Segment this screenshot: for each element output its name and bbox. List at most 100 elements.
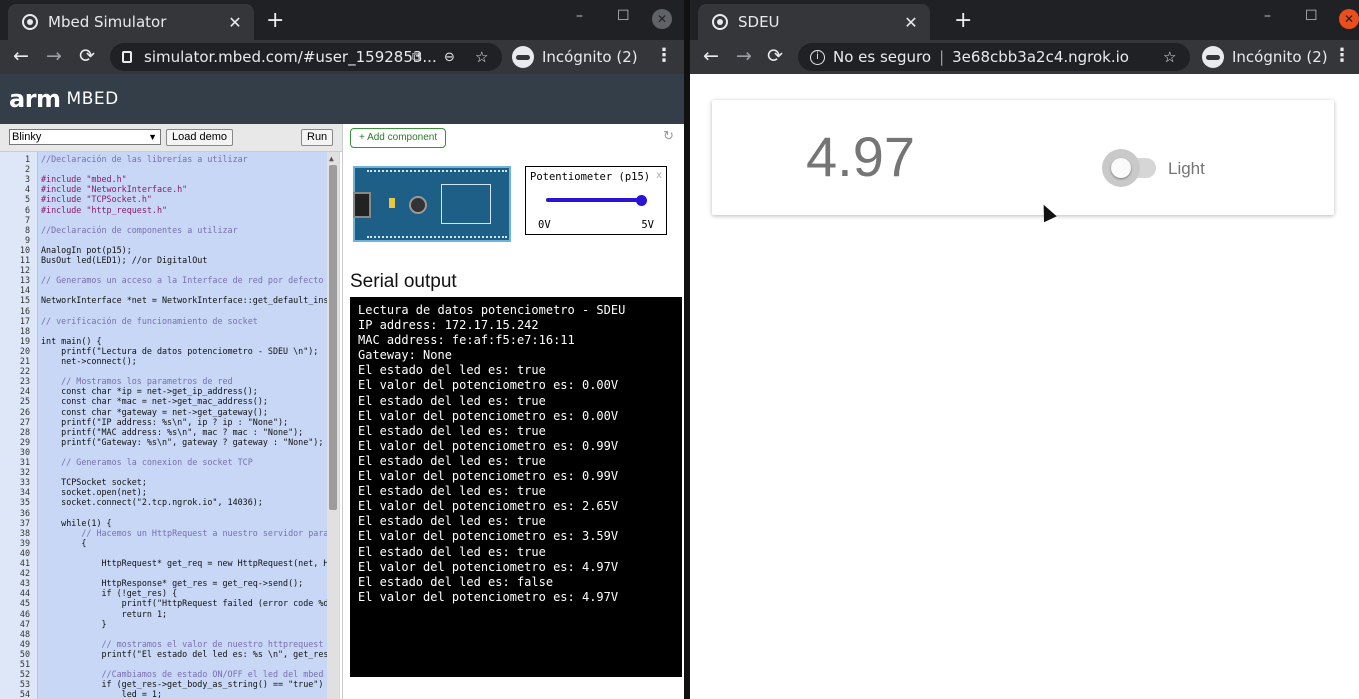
board-pins-top	[367, 170, 507, 176]
maximize-button[interactable]: ☐	[617, 8, 630, 24]
run-button[interactable]: Run	[301, 129, 334, 146]
tab-sdeu[interactable]: SDEU ✕	[698, 4, 930, 40]
serial-line: El valor del potenciometro es: 0.99V	[358, 438, 619, 453]
code-editor[interactable]: 1 //Declaración de las librerías a utiliz…	[0, 152, 340, 699]
address-bar[interactable]: simulator.mbed.com/#user_1592853... ⧉ ⊖ …	[110, 43, 502, 71]
line-number: 51	[19, 659, 30, 669]
code-line: 23 // Mostramos los parametros de red	[0, 376, 340, 386]
browser-menu-icon[interactable]: ⋮	[655, 45, 673, 66]
serial-output-console[interactable]: Lectura de datos potenciometro - SDEU IP …	[350, 297, 682, 677]
back-icon[interactable]: ←	[703, 45, 719, 67]
code-line: 26 const char *gateway = net->get_gatewa…	[0, 407, 340, 417]
new-tab-button[interactable]: +	[954, 8, 972, 33]
potentiometer-slider-track[interactable]	[546, 198, 644, 202]
maximize-button[interactable]: ☐	[1305, 8, 1318, 24]
code-text: #include "mbed.h"	[41, 174, 127, 185]
serial-line: El estado del led es: true	[358, 393, 546, 408]
line-number: 41	[19, 558, 30, 568]
line-number: 30	[19, 446, 30, 457]
line-number: 48	[19, 628, 30, 639]
potentiometer-slider-knob[interactable]	[636, 195, 648, 206]
editor-scroll-thumb[interactable]	[329, 165, 337, 510]
serial-line: El valor del potenciometro es: 0.99V	[358, 469, 619, 484]
minimize-button[interactable]: –	[576, 8, 583, 24]
reload-icon[interactable]: ⟳	[79, 45, 95, 67]
line-number: 12	[19, 265, 30, 276]
back-icon[interactable]: ←	[13, 45, 29, 67]
reset-button-icon	[409, 196, 427, 214]
incognito-icon	[512, 46, 534, 68]
reload-icon[interactable]: ⟳	[767, 45, 783, 67]
tab-close-icon[interactable]: ✕	[900, 13, 922, 32]
close-icon[interactable]: x	[656, 170, 662, 181]
code-line: 43 HttpResponse* get_res = get_req->send…	[0, 578, 340, 588]
url-text: 3e68cbb3a2c4.ngrok.io	[952, 48, 1129, 66]
address-bar[interactable]: i No es seguro | 3e68cbb3a2c4.ngrok.io ☆	[798, 43, 1190, 71]
browser-toolbar: ← → ⟳ i No es seguro | 3e68cbb3a2c4.ngro…	[690, 40, 1359, 74]
zoom-icon[interactable]: ⊖	[444, 50, 455, 65]
demo-select[interactable]: Blinky ▼	[9, 129, 161, 145]
code-line: 15 NetworkInterface *net = NetworkInterfa…	[0, 295, 340, 305]
line-number: 1	[24, 154, 30, 164]
light-toggle-switch[interactable]	[1102, 149, 1140, 187]
potentiometer-value: 4.97	[806, 125, 915, 188]
code-text: AnalogIn pot(p15);	[41, 244, 132, 255]
line-number: 46	[19, 608, 30, 619]
code-text: BusOut led(LED1); //or DigitalOut	[41, 255, 208, 265]
code-line: 20 printf("Lectura de datos potenciometr…	[0, 346, 340, 356]
bookmark-star-icon[interactable]: ☆	[1163, 48, 1176, 66]
forward-icon[interactable]: →	[736, 45, 752, 67]
minimize-button[interactable]: –	[1264, 8, 1271, 24]
scroll-up-icon[interactable]: ▲	[329, 154, 334, 163]
serial-line: El valor del potenciometro es: 2.65V	[358, 499, 619, 514]
serial-line: El valor del potenciometro es: 4.97V	[358, 559, 619, 574]
close-window-button[interactable]: ✕	[652, 9, 672, 29]
incognito-indicator[interactable]: Incógnito (2)	[1202, 43, 1328, 71]
code-text: return 1;	[41, 608, 168, 619]
line-number: 31	[19, 457, 30, 467]
add-component-button[interactable]: + Add component	[350, 128, 447, 148]
arm-logo: arm	[9, 85, 61, 113]
code-text: if (!get_res) {	[41, 588, 178, 599]
serial-line: El estado del led es: true	[358, 453, 546, 468]
code-line: 21 net->connect();	[0, 356, 340, 366]
code-text: // Hacemos un HttpRequest a nuestro serv…	[41, 527, 339, 538]
code-line: 6 #include "http_request.h"	[0, 205, 340, 215]
line-number: 22	[19, 366, 30, 377]
editor-toolbar: Blinky ▼ Load demo Run	[0, 124, 342, 152]
serial-line: Lectura de datos potenciometro - SDEU	[358, 303, 626, 317]
refresh-icon[interactable]: ↻	[663, 129, 674, 144]
translate-icon[interactable]: ⧉	[412, 50, 421, 65]
new-tab-button[interactable]: +	[266, 8, 284, 33]
code-line: 42	[0, 568, 340, 578]
line-number: 34	[19, 487, 30, 498]
bookmark-star-icon[interactable]: ☆	[475, 48, 488, 66]
mbed-board-image	[353, 166, 511, 242]
code-text: HttpResponse* get_res = get_req->send();	[41, 578, 304, 589]
line-number: 26	[19, 406, 30, 417]
line-number: 3	[24, 174, 30, 185]
code-line: 34 socket.open(net);	[0, 487, 340, 497]
close-window-button[interactable]: ✕	[1339, 9, 1359, 29]
incognito-indicator[interactable]: Incógnito (2)	[512, 43, 638, 71]
potentiometer-title: Potentiometer (p15)	[530, 171, 651, 183]
tab-mbed-simulator[interactable]: Mbed Simulator ✕	[8, 4, 254, 40]
code-text: socket.connect("2.tcp.ngrok.io", 14036);	[41, 497, 263, 508]
serial-line: El valor del potenciometro es: 0.00V	[358, 378, 619, 393]
code-text: {	[41, 537, 87, 548]
line-number: 28	[19, 426, 30, 437]
light-toggle-label: Light	[1168, 159, 1205, 178]
browser-menu-icon[interactable]: ⋮	[1333, 45, 1351, 66]
line-number: 38	[19, 527, 30, 538]
forward-icon[interactable]: →	[46, 45, 62, 67]
tab-close-icon[interactable]: ✕	[224, 13, 246, 32]
info-icon[interactable]: i	[810, 49, 825, 65]
line-number: 45	[19, 598, 30, 609]
code-line: 48	[0, 629, 340, 639]
editor-panel: Blinky ▼ Load demo Run 1 //Declaración de…	[0, 124, 343, 699]
serial-line: MAC address: fe:af:f5:e7:16:11	[358, 333, 575, 348]
code-line: 32	[0, 467, 340, 477]
sensor-card: 4.97 Light	[712, 100, 1334, 215]
load-demo-button[interactable]: Load demo	[166, 129, 234, 146]
code-text: const char *ip = net->get_ip_address();	[41, 386, 258, 397]
